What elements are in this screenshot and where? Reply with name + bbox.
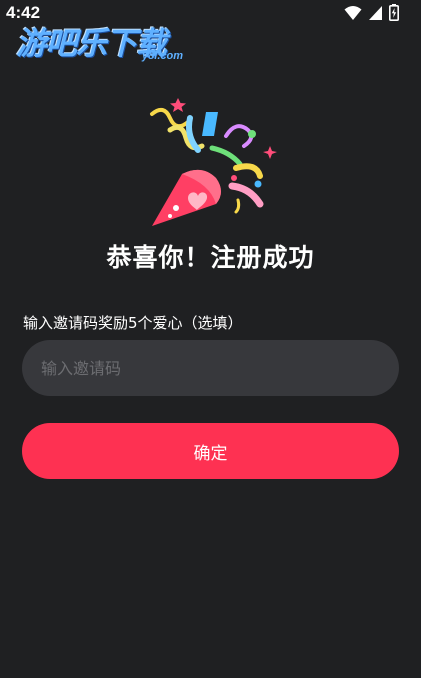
battery-icon [389, 4, 399, 21]
status-icons [344, 4, 399, 21]
wifi-icon [344, 5, 362, 20]
signal-icon [369, 5, 382, 20]
watermark-sub-text: y8l.com [142, 50, 183, 62]
watermark-logo: 游吧乐下载 y8l.com [14, 18, 189, 68]
page-title: 恭喜你！注册成功 [106, 243, 315, 272]
party-popper-icon [150, 98, 277, 226]
invite-code-input[interactable] [22, 340, 399, 396]
confirm-button[interactable]: 确定 [22, 423, 399, 479]
invite-code-label: 输入邀请码奖励5个爱心（选填） [23, 314, 243, 332]
